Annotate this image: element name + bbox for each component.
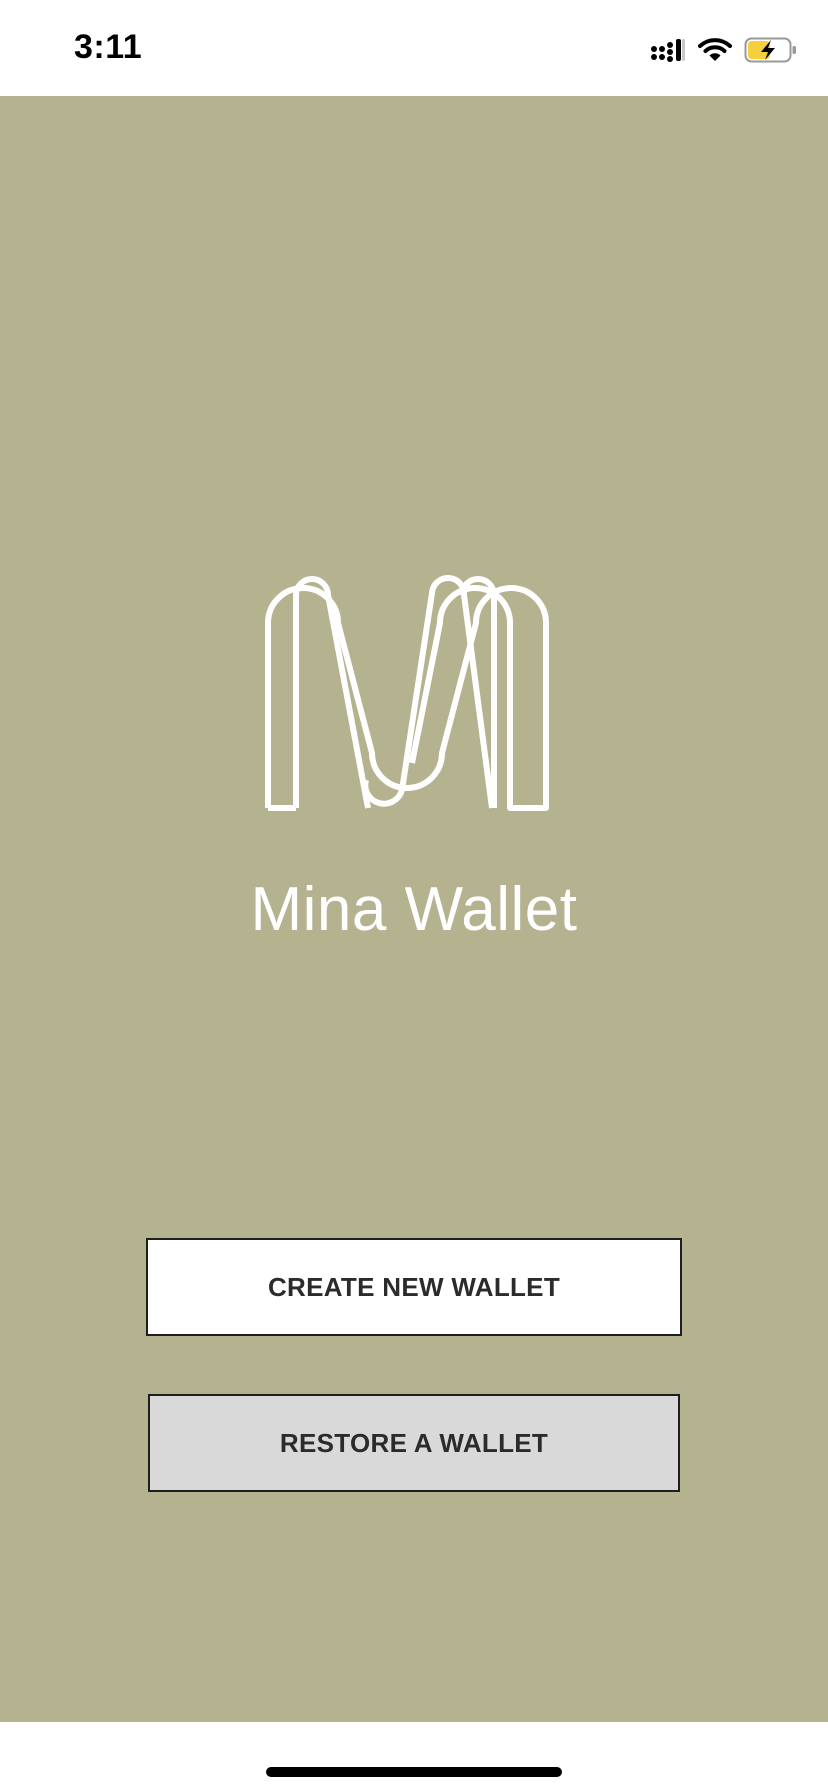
create-new-wallet-label: CREATE NEW WALLET	[267, 1271, 561, 1302]
welcome-screen: Mina Wallet CREATE NEW WALLET RESTORE A …	[0, 96, 828, 1722]
battery-charging-icon	[744, 37, 796, 63]
status-time: 3:11	[74, 28, 143, 66]
create-new-wallet-button[interactable]: CREATE NEW WALLET	[146, 1238, 682, 1336]
mina-logo-icon	[265, 575, 549, 811]
home-indicator[interactable]	[266, 1767, 562, 1777]
cellular-signal-icon	[651, 39, 685, 62]
restore-wallet-button[interactable]: RESTORE A WALLET	[148, 1394, 680, 1492]
app-title: Mina Wallet	[250, 875, 578, 944]
restore-wallet-label: RESTORE A WALLET	[279, 1427, 549, 1458]
home-area	[0, 1722, 828, 1792]
wifi-icon	[698, 38, 732, 61]
status-icons	[650, 30, 798, 70]
status-bar: 3:11	[0, 0, 828, 96]
